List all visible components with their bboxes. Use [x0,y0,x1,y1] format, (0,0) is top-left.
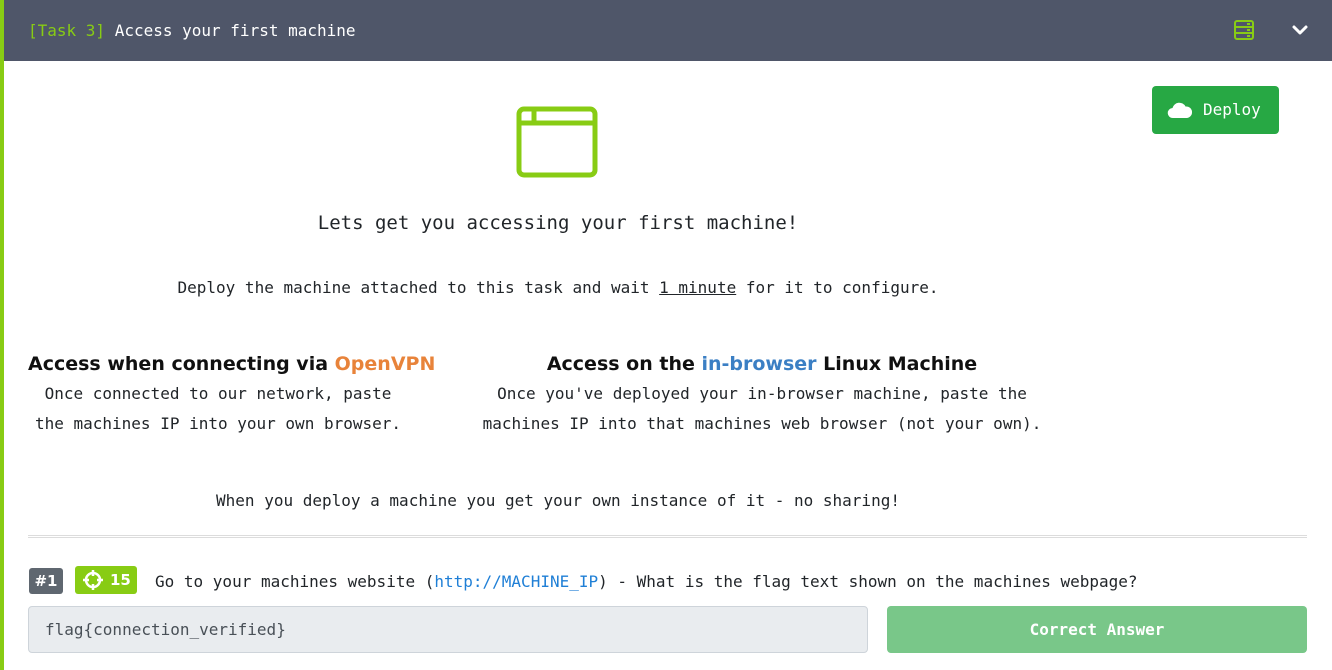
deploy-note-emphasis: 1 minute [659,278,737,297]
openvpn-line-2: the machines IP into your own browser. [34,414,402,433]
deploy-button[interactable]: Deploy [1152,86,1279,134]
task-title[interactable]: [Task 3] Access your first machine [28,21,356,41]
openvpn-heading-prefix: Access when connecting via [28,353,335,375]
browser-window-icon [516,106,598,178]
task-header[interactable]: [Task 3] Access your first machine [4,0,1332,61]
openvpn-section: Access when connecting via OpenVPN Once … [28,351,435,439]
task-card: [Task 3] Access your first machine Deplo… [0,0,1332,670]
openvpn-heading: Access when connecting via OpenVPN [28,351,435,377]
in-browser-highlight: in-browser [701,353,817,375]
task-tag: [Task 3] [28,21,106,40]
correct-answer-button[interactable]: Correct Answer [887,606,1307,653]
in-browser-section: Access on the in-browser Linux Machine O… [444,351,1080,439]
chevron-down-icon[interactable] [1290,20,1310,40]
question-points-value: 15 [110,571,131,589]
in-browser-heading-suffix: Linux Machine [816,353,978,375]
in-browser-line-1: Once you've deployed your in-browser mac… [497,384,1027,403]
machine-list-icon[interactable] [1233,19,1255,41]
openvpn-line-1: Once connected to our network, paste [44,384,392,403]
intro-text: Lets get you accessing your first machin… [317,212,799,234]
deploy-note-after: for it to configure. [736,278,939,297]
cloud-icon [1167,102,1193,119]
deploy-note: Deploy the machine attached to this task… [4,277,1112,299]
in-browser-text: Once you've deployed your in-browser mac… [444,379,1080,439]
machine-ip-link[interactable]: http://MACHINE_IP [434,572,598,591]
in-browser-heading-prefix: Access on the [546,353,702,375]
divider [28,535,1307,538]
question-points-badge: 15 [75,566,137,594]
deploy-button-label: Deploy [1203,100,1261,119]
question-text-after: ) - What is the flag text shown on the m… [598,572,1138,591]
openvpn-highlight: OpenVPN [334,353,436,375]
openvpn-text: Once connected to our network, paste the … [28,379,408,439]
sharing-note: When you deploy a machine you get your o… [216,491,900,510]
deploy-note-before: Deploy the machine attached to this task… [177,278,660,297]
crosshair-icon [83,570,103,590]
question-text-before: Go to your machines website ( [155,572,435,591]
answer-input[interactable] [28,606,868,653]
question-text: Go to your machines website (http://MACH… [155,571,1138,593]
question-number-badge: #1 [29,568,63,594]
in-browser-line-2: machines IP into that machines web brows… [482,414,1042,433]
task-title-text: Access your first machine [114,21,356,40]
in-browser-heading: Access on the in-browser Linux Machine [444,351,1080,377]
